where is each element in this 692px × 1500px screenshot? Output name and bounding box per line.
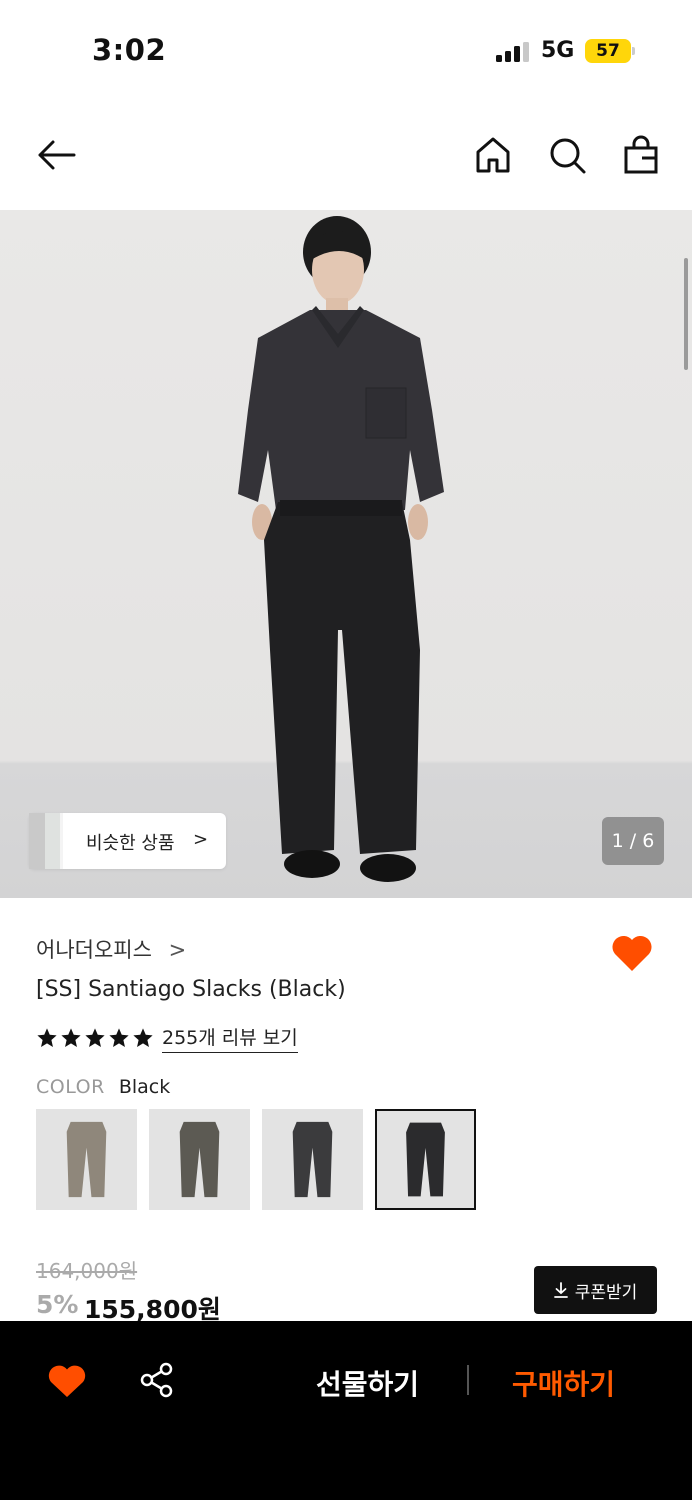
original-price: 164,000원 xyxy=(36,1259,138,1283)
chevron-right-icon: > xyxy=(168,938,187,962)
arrow-left-icon xyxy=(38,140,76,170)
slacks-thumbnail xyxy=(406,1122,445,1197)
rating-row: 255개 리뷰 보기 xyxy=(36,1023,298,1053)
coupon-label: 쿠폰받기 xyxy=(574,1282,638,1303)
color-selector-label: COLOR Black xyxy=(36,1076,170,1098)
similar-products-label: 비슷한 상품 xyxy=(86,833,175,854)
bottom-action-bar: 선물하기 구매하기 xyxy=(0,1321,692,1500)
color-swatches xyxy=(36,1109,476,1210)
search-icon xyxy=(550,138,586,174)
battery-cap xyxy=(632,47,635,55)
cart-button[interactable] xyxy=(621,135,661,175)
back-button[interactable] xyxy=(36,135,76,175)
wishlist-heart-icon[interactable] xyxy=(610,933,654,973)
status-time: 3:02 xyxy=(92,33,167,67)
share-icon[interactable] xyxy=(139,1362,175,1398)
similar-product-thumbnails xyxy=(29,813,63,869)
image-pager: 1 / 6 xyxy=(602,817,664,865)
shopping-bag-icon xyxy=(624,135,658,174)
wishlist-heart-icon[interactable] xyxy=(47,1363,87,1399)
slacks-thumbnail xyxy=(292,1121,333,1198)
home-button[interactable] xyxy=(473,135,513,175)
product-image-gallery[interactable]: 비슷한 상품 > 1 / 6 xyxy=(0,210,692,898)
color-swatch-olive[interactable] xyxy=(149,1109,250,1210)
product-title: [SS] Santiago Slacks (Black) xyxy=(36,977,346,1002)
network-type: 5G xyxy=(541,38,575,63)
search-button[interactable] xyxy=(547,135,587,175)
brand-name: 어나더오피스 xyxy=(36,938,152,962)
top-nav xyxy=(0,100,692,210)
battery-indicator: 57 xyxy=(585,39,631,63)
chevron-right-icon: > xyxy=(193,829,209,850)
divider xyxy=(467,1365,469,1395)
coupon-button[interactable]: 쿠폰받기 xyxy=(534,1266,657,1314)
similar-products-button[interactable]: 비슷한 상품 > xyxy=(29,813,226,869)
color-swatch-charcoal[interactable] xyxy=(262,1109,363,1210)
star-icon xyxy=(61,1028,81,1047)
slacks-thumbnail xyxy=(66,1121,107,1198)
color-key: COLOR xyxy=(36,1076,105,1098)
color-value: Black xyxy=(118,1076,171,1098)
color-swatch-beige[interactable] xyxy=(36,1109,137,1210)
page-scrollbar[interactable] xyxy=(684,258,688,370)
discount-rate: 5% xyxy=(36,1290,79,1319)
brand-link[interactable]: 어나더오피스 > xyxy=(36,934,186,964)
home-icon xyxy=(476,137,510,173)
cellular-signal-icon xyxy=(496,42,529,62)
gift-button[interactable]: 선물하기 xyxy=(316,1363,419,1403)
star-icon xyxy=(133,1028,153,1047)
color-swatch-black-selected[interactable] xyxy=(375,1109,476,1210)
star-icon xyxy=(109,1028,129,1047)
star-icon xyxy=(37,1028,57,1047)
star-icon xyxy=(85,1028,105,1047)
slacks-thumbnail xyxy=(179,1121,220,1198)
download-icon xyxy=(553,1282,568,1298)
reviews-link[interactable]: 255개 리뷰 보기 xyxy=(162,1023,298,1053)
status-bar: 3:02 5G 57 xyxy=(0,0,692,100)
buy-button[interactable]: 구매하기 xyxy=(512,1363,615,1403)
product-model-photo xyxy=(238,216,444,882)
